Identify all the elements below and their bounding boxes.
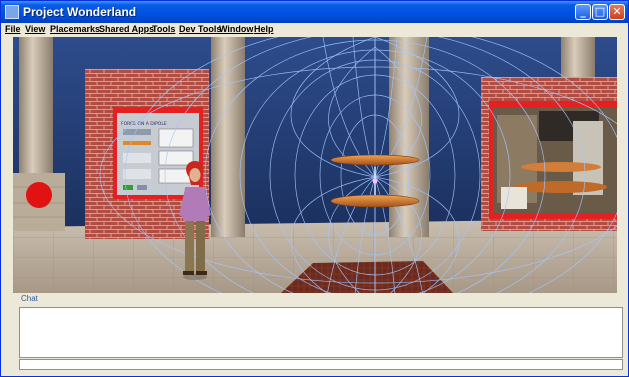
app-window: Project Wonderland _ □ ✕ File View Place… — [0, 0, 629, 377]
chat-input-field[interactable] — [19, 359, 623, 370]
red-disc-marker — [26, 182, 52, 208]
menu-placemarks[interactable]: Placemarks — [50, 24, 100, 34]
maximize-button[interactable]: □ — [592, 4, 608, 20]
menu-bar: File View Placemarks Shared Apps Tools D… — [1, 23, 628, 37]
menu-shared-apps[interactable]: Shared Apps — [99, 24, 154, 34]
magnet-coil-bottom — [330, 194, 420, 208]
menu-view[interactable]: View — [25, 24, 45, 34]
app-icon — [5, 5, 19, 19]
close-button[interactable]: ✕ — [609, 4, 625, 20]
window-title: Project Wonderland — [23, 5, 137, 19]
menu-dev-tools[interactable]: Dev Tools — [179, 24, 221, 34]
chat-panel: Chat — [13, 293, 623, 373]
minimize-button[interactable]: _ — [575, 4, 591, 20]
magnet-coil-top — [330, 154, 420, 166]
menu-help[interactable]: Help — [254, 24, 274, 34]
3d-world-view[interactable]: FORCE ON A DIPOLE — [13, 37, 617, 293]
scene-graphics: FORCE ON A DIPOLE — [13, 37, 617, 293]
right-brick-wall — [481, 77, 617, 231]
chat-message-area[interactable] — [19, 307, 623, 358]
title-bar[interactable]: Project Wonderland _ □ ✕ — [1, 1, 628, 23]
menu-file[interactable]: File — [5, 24, 21, 34]
panel-title: FORCE ON A DIPOLE — [121, 121, 167, 127]
left-wall-block — [13, 173, 65, 231]
chat-label: Chat — [21, 294, 38, 303]
menu-tools[interactable]: Tools — [152, 24, 175, 34]
menu-window[interactable]: Window — [219, 24, 253, 34]
